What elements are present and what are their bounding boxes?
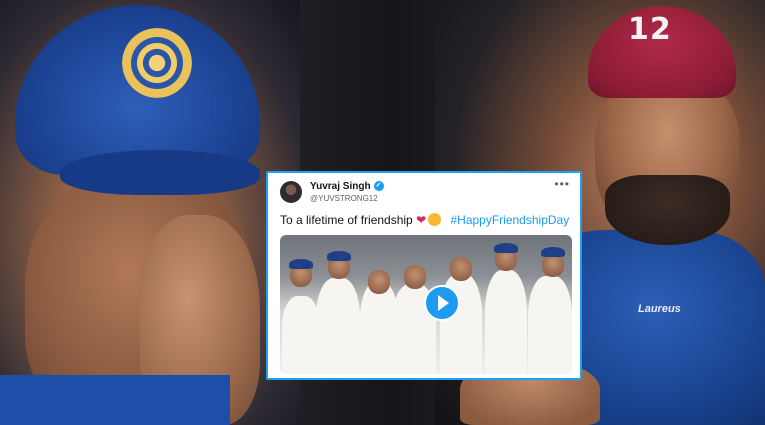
player-head bbox=[404, 265, 426, 289]
player-cap bbox=[289, 259, 313, 269]
tweet-text: To a lifetime of friendship ❤ #HappyFrie… bbox=[280, 213, 569, 227]
tweet-body: To a lifetime of friendship bbox=[280, 213, 413, 227]
right-person-beard bbox=[605, 175, 730, 245]
cap-number: 12 bbox=[628, 12, 672, 47]
player-head bbox=[450, 257, 472, 281]
hugging-face-icon bbox=[428, 213, 442, 226]
player-head bbox=[368, 270, 390, 294]
tweet-card[interactable]: Yuvraj Singh ✓ @YUVSTRONG12 ••• To a life… bbox=[266, 171, 582, 380]
hashtag-link[interactable]: #HappyFriendshipDay bbox=[450, 213, 569, 227]
player-figure bbox=[528, 276, 572, 374]
verified-badge-icon: ✓ bbox=[373, 181, 384, 192]
avatar[interactable] bbox=[280, 181, 302, 203]
player-figure bbox=[485, 270, 527, 374]
left-person-cap-brim bbox=[60, 150, 260, 195]
player-cap bbox=[541, 247, 565, 257]
author-name-row[interactable]: Yuvraj Singh ✓ bbox=[310, 181, 384, 192]
shirt-logo: Laureus bbox=[638, 303, 681, 315]
player-cap bbox=[494, 243, 518, 253]
more-icon[interactable]: ••• bbox=[554, 177, 570, 191]
tweet-video[interactable] bbox=[280, 235, 572, 374]
left-person-shirt bbox=[0, 375, 230, 425]
author-name[interactable]: Yuvraj Singh bbox=[310, 181, 371, 192]
author-handle[interactable]: @YUVSTRONG12 bbox=[310, 194, 378, 203]
play-icon[interactable] bbox=[424, 285, 460, 321]
player-figure bbox=[316, 278, 360, 374]
red-heart-icon: ❤ bbox=[416, 213, 427, 227]
player-figure bbox=[282, 296, 320, 374]
player-cap bbox=[327, 251, 351, 261]
bcci-emblem-icon bbox=[122, 28, 192, 98]
